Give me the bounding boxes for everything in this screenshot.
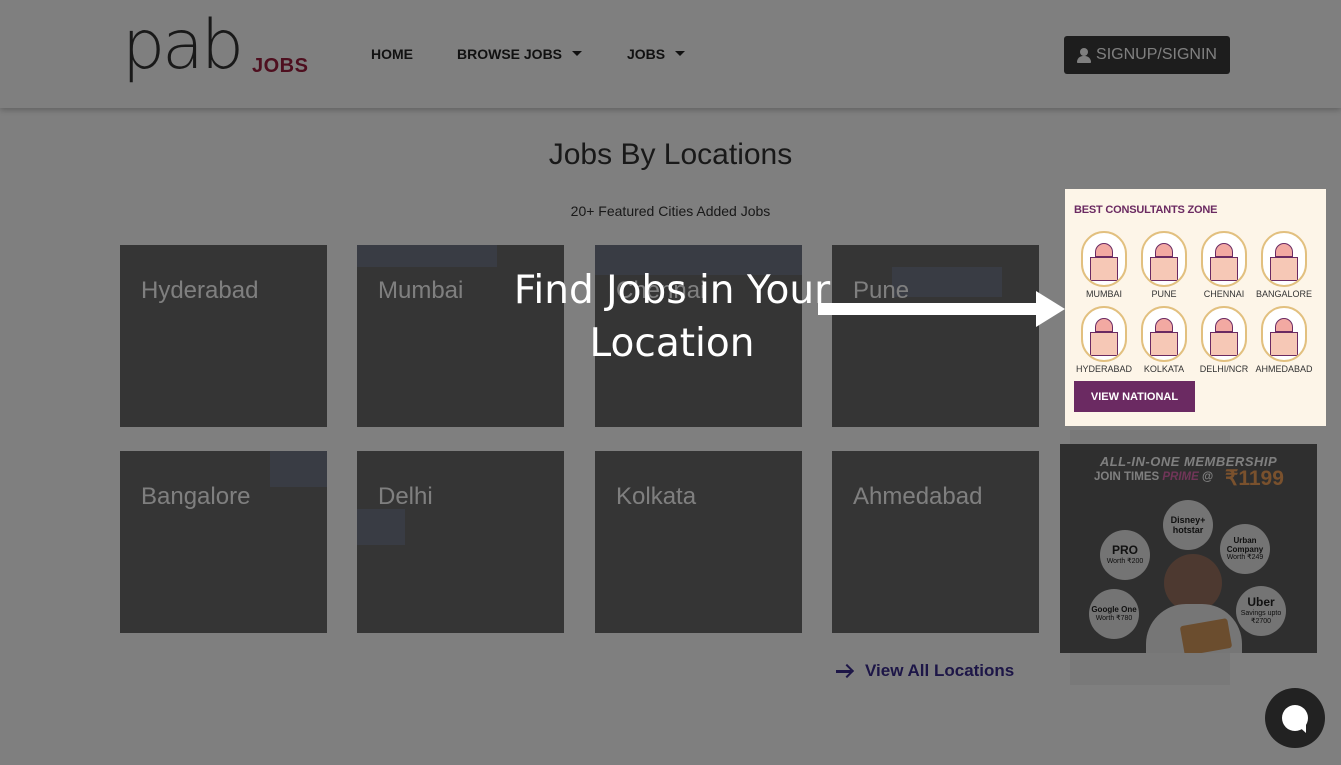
monument-icon [1141, 231, 1187, 287]
monument-icon [1081, 306, 1127, 362]
monument-icon [1261, 306, 1307, 362]
consultant-city[interactable]: AHMEDABAD [1255, 306, 1313, 374]
monument-icon [1081, 231, 1127, 287]
tour-message: Find Jobs in Your Location [513, 268, 831, 366]
monument-icon [1261, 231, 1307, 287]
tour-arrow-icon [818, 291, 1065, 327]
consultant-city-label: MUMBAI [1086, 289, 1122, 299]
consultant-city-label: PUNE [1151, 289, 1177, 299]
chat-bubble-icon [1282, 705, 1308, 733]
consultant-city[interactable]: PUNE [1135, 231, 1193, 299]
monument-icon [1201, 306, 1247, 362]
consultant-city-label: CHENNAI [1203, 289, 1245, 299]
consultant-city-label: AHMEDABAD [1255, 364, 1313, 374]
consultant-city-label: BANGALORE [1255, 289, 1313, 299]
monument-icon [1141, 306, 1187, 362]
consultant-city[interactable]: BANGALORE [1255, 231, 1313, 299]
consultants-ad[interactable]: BEST CONSULTANTS ZONE MUMBAI PUNE CHENNA… [1065, 189, 1326, 426]
monument-icon [1201, 231, 1247, 287]
view-national-button[interactable]: VIEW NATIONAL [1074, 381, 1195, 412]
consultant-city[interactable]: CHENNAI [1195, 231, 1253, 299]
consultants-ad-title: BEST CONSULTANTS ZONE [1074, 204, 1218, 216]
consultant-city[interactable]: DELHI/NCR [1195, 306, 1253, 374]
consultant-city-label: HYDERABAD [1075, 364, 1132, 374]
chat-button[interactable] [1265, 688, 1325, 748]
consultant-city-label: KOLKATA [1143, 364, 1185, 374]
consultant-city-label: DELHI/NCR [1199, 364, 1249, 374]
consultant-city[interactable]: KOLKATA [1135, 306, 1193, 374]
consultant-city[interactable]: HYDERABAD [1075, 306, 1133, 374]
consultant-city[interactable]: MUMBAI [1075, 231, 1133, 299]
